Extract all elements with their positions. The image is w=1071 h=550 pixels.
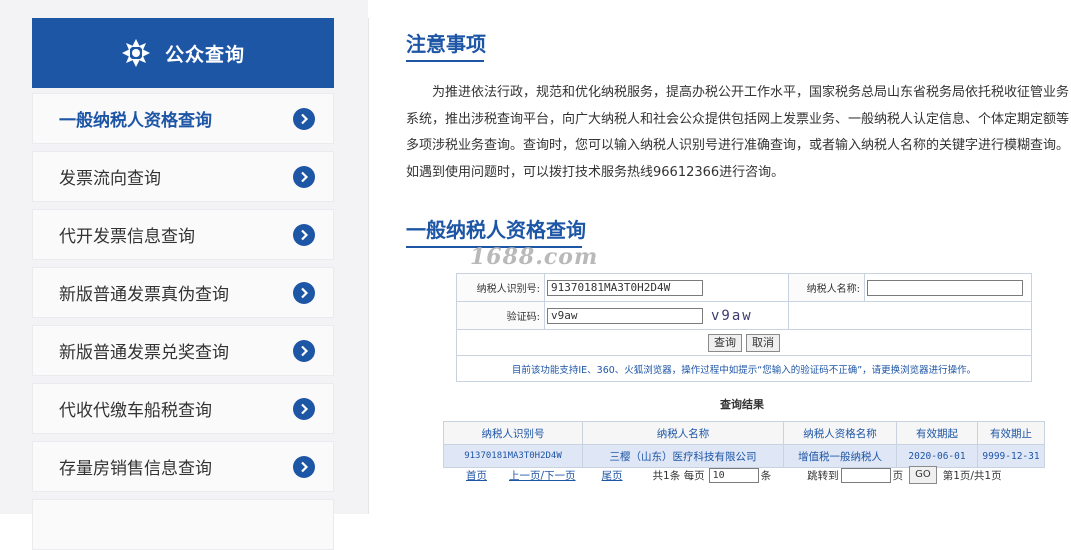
notice-text: 为推进依法行政，规范和优化纳税服务，提高办税公开工作水平，国家税务总局山东省税务… xyxy=(406,85,1070,180)
column-header: 有效期止 xyxy=(977,421,1045,445)
table-header-row: 纳税人识别号 纳税人名称 纳税人资格名称 有效期起 有效期止 xyxy=(443,421,1045,445)
per-page-input[interactable]: 10 xyxy=(708,467,759,483)
chevron-right-icon xyxy=(293,397,315,420)
divider xyxy=(368,18,369,514)
chevron-right-icon xyxy=(293,223,315,246)
column-header: 纳税人名称 xyxy=(582,421,784,445)
pagination: 首页 上一页/下一页 尾页 共1条 每页 10 条 跳转到 页 GO 第1页/共… xyxy=(466,466,1002,484)
page-info: 第1页/共1页 xyxy=(942,469,1002,482)
per-page-unit: 条 xyxy=(760,469,772,482)
page-unit: 页 xyxy=(892,469,904,482)
sidebar-item-invoice-authenticity[interactable]: 新版普通发票真伪查询 xyxy=(32,267,334,318)
sidebar-item-partial[interactable] xyxy=(32,499,334,550)
taxpayer-name-label: 纳税人名称: xyxy=(788,273,865,302)
sidebar-item-label: 新版普通发票兑奖查询 xyxy=(59,343,229,363)
query-button[interactable]: 查询 xyxy=(708,333,742,352)
chevron-right-icon xyxy=(293,107,315,130)
column-header: 纳税人资格名称 xyxy=(783,421,897,445)
sidebar-item-vehicle-tax[interactable]: 代收代缴车船税查询 xyxy=(32,383,334,434)
table-row[interactable]: 91370181MA3T0H2D4W 三樱（山东）医疗科技有限公司 增值税一般纳… xyxy=(443,444,1045,468)
sidebar-item-issued-invoice[interactable]: 代开发票信息查询 xyxy=(32,209,334,260)
total-count: 共1条 每页 xyxy=(652,469,705,482)
query-title: 一般纳税人资格查询 xyxy=(406,218,586,242)
cell-qualification: 增值税一般纳税人 xyxy=(783,444,897,468)
column-header: 纳税人识别号 xyxy=(443,421,583,445)
sidebar-item-label: 发票流向查询 xyxy=(59,169,161,189)
sidebar-item-label: 代收代缴车船税查询 xyxy=(59,401,212,421)
sidebar-item-label: 新版普通发票真伪查询 xyxy=(59,285,229,305)
column-header: 有效期起 xyxy=(896,421,978,445)
results-table: 纳税人识别号 纳税人名称 纳税人资格名称 有效期起 有效期止 91370181M… xyxy=(443,421,1045,468)
chevron-right-icon xyxy=(293,455,315,478)
tax-emblem-icon xyxy=(121,39,150,67)
taxpayer-name-input[interactable] xyxy=(867,279,1023,296)
captcha-image[interactable]: v9aw xyxy=(711,308,753,324)
sidebar-title: 公众查询 xyxy=(164,43,245,66)
go-button[interactable]: GO xyxy=(909,466,937,484)
last-page-link[interactable]: 尾页 xyxy=(602,468,623,483)
cancel-button[interactable]: 取消 xyxy=(746,333,780,352)
notice-title-underline xyxy=(406,60,484,62)
taxpayer-id-label: 纳税人识别号: xyxy=(456,273,545,302)
sidebar-header: 公众查询 xyxy=(32,18,334,88)
chevron-right-icon xyxy=(293,339,315,362)
notice-title: 注意事项 xyxy=(406,32,486,56)
browser-notice: 目前该功能支持IE、360、火狐浏览器，操作过程中如提示“您输入的验证码不正确”… xyxy=(456,355,1032,382)
cell-taxpayer-id: 91370181MA3T0H2D4W xyxy=(443,444,583,468)
captcha-label: 验证码: xyxy=(456,301,545,330)
taxpayer-id-input[interactable]: 91370181MA3T0H2D4W xyxy=(547,279,703,296)
chevron-right-icon xyxy=(293,165,315,188)
chevron-right-icon xyxy=(293,281,315,304)
sidebar-item-housing-sales[interactable]: 存量房销售信息查询 xyxy=(32,441,334,492)
captcha-input[interactable]: v9aw xyxy=(547,307,703,324)
query-form: 纳税人识别号: 91370181MA3T0H2D4W 纳税人名称: 验证码: v… xyxy=(456,273,1032,382)
jump-page-input[interactable] xyxy=(840,467,891,483)
cell-taxpayer-name: 三樱（山东）医疗科技有限公司 xyxy=(582,444,784,468)
sidebar-item-label: 存量房销售信息查询 xyxy=(59,459,212,479)
sidebar-item-invoice-lottery[interactable]: 新版普通发票兑奖查询 xyxy=(32,325,334,376)
watermark: 1688.com xyxy=(470,244,599,270)
sidebar-item-label: 代开发票信息查询 xyxy=(59,227,195,247)
first-page-link[interactable]: 首页 xyxy=(466,468,487,483)
results-title: 查询结果 xyxy=(720,398,764,411)
prev-next-link[interactable]: 上一页/下一页 xyxy=(509,468,576,483)
sidebar-item-general-taxpayer[interactable]: 一般纳税人资格查询 xyxy=(32,93,334,144)
cell-valid-from: 2020-06-01 xyxy=(896,444,978,468)
sidebar-item-label: 一般纳税人资格查询 xyxy=(59,111,212,131)
cell-valid-to: 9999-12-31 xyxy=(977,444,1045,468)
jump-label: 跳转到 xyxy=(807,469,839,482)
sidebar-item-invoice-flow[interactable]: 发票流向查询 xyxy=(32,151,334,202)
